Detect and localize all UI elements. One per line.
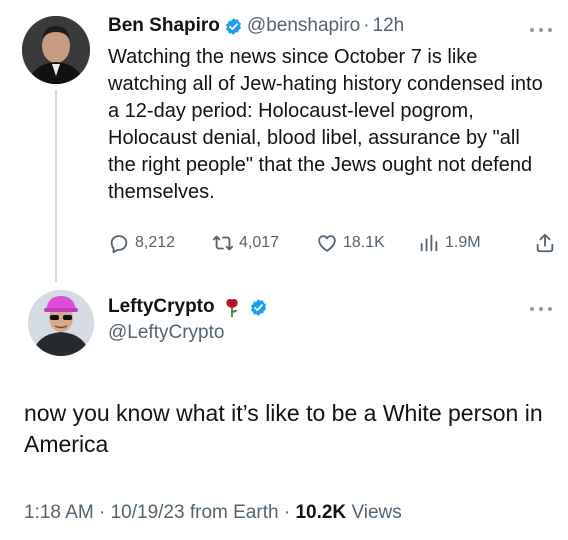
more-icon[interactable]: [530, 306, 552, 312]
reply-count: 8,212: [135, 234, 176, 251]
tweet1-header: Ben Shapiro @benshapiro · 12h: [108, 12, 404, 40]
share-button[interactable]: [534, 231, 561, 255]
author-name[interactable]: LeftyCrypto: [108, 294, 215, 320]
tweet1-actions: 8,212 4,017 18.1K 1.9M: [108, 231, 560, 255]
views-icon: [420, 234, 438, 252]
repost-count: 4,017: [239, 234, 280, 251]
views-label: Views: [351, 502, 402, 523]
tweet2-text: now you know what it’s like to be a Whit…: [24, 400, 543, 457]
tweet-time[interactable]: 1:18 AM: [24, 502, 94, 523]
tweet1-text: Watching the news since October 7 is lik…: [108, 46, 543, 203]
separator-dot: ·: [363, 15, 370, 36]
avatar-ben-shapiro[interactable]: [22, 16, 90, 84]
reply-icon: [110, 235, 128, 254]
repost-icon: [212, 235, 234, 251]
avatar-leftycrypto[interactable]: [28, 290, 94, 356]
author-name[interactable]: Ben Shapiro: [108, 12, 220, 40]
views-count: 10.2K: [295, 502, 347, 523]
author-handle[interactable]: @benshapiro: [247, 12, 360, 40]
repost-button[interactable]: 4,017: [212, 231, 279, 255]
verified-badge-icon: [250, 298, 266, 316]
tweet2-meta: 1:18 AM · 10/19/23 from Earth · 10.2K Vi…: [24, 502, 402, 523]
share-icon: [536, 233, 554, 253]
like-button[interactable]: 18.1K: [316, 231, 385, 255]
views-button[interactable]: 1.9M: [418, 231, 481, 255]
tweet-time[interactable]: 12h: [373, 12, 405, 40]
rose-icon: [226, 299, 238, 318]
like-count: 18.1K: [343, 234, 385, 251]
tweet-date[interactable]: 10/19/23: [111, 502, 185, 523]
thread-line: [55, 90, 57, 282]
views-count: 1.9M: [445, 234, 481, 251]
tweet-source: from Earth: [189, 502, 279, 523]
tweet2-header: LeftyCrypto @LeftyCrypto: [108, 294, 272, 346]
like-icon: [318, 235, 336, 252]
author-handle[interactable]: @LeftyCrypto: [108, 320, 272, 346]
verified-badge-icon: [225, 17, 241, 35]
more-icon[interactable]: [530, 27, 552, 33]
reply-button[interactable]: 8,212: [108, 231, 175, 255]
